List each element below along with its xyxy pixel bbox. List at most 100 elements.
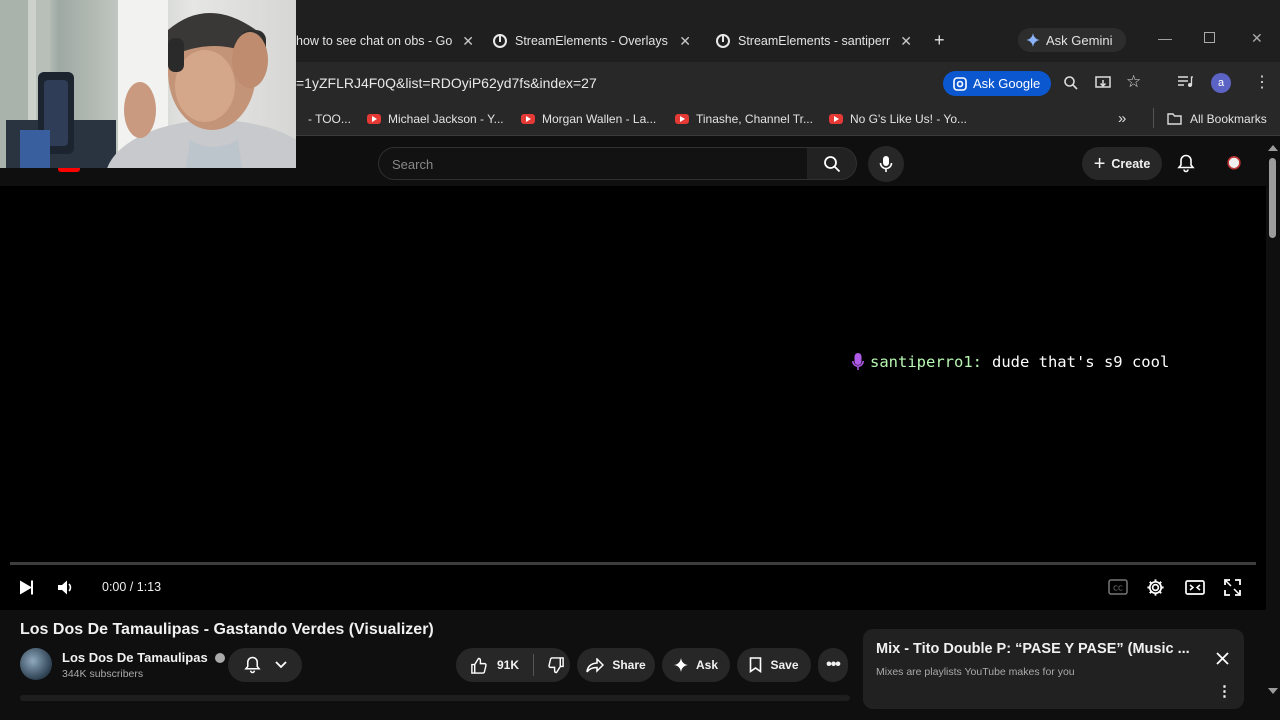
bookmark-star-icon[interactable]: ☆	[1126, 72, 1141, 92]
search-icon	[823, 155, 840, 172]
mix-title[interactable]: Mix - Tito Double P: “PASE Y PASE” (Musi…	[876, 641, 1190, 657]
share-label: Share	[612, 658, 646, 672]
lens-icon	[953, 76, 967, 91]
minimize-button[interactable]: —	[1158, 30, 1172, 46]
video-player[interactable]	[0, 186, 1266, 610]
all-bookmarks-button[interactable]: All Bookmarks	[1167, 112, 1267, 126]
bookmark-icon	[750, 657, 762, 673]
svg-text:CC: CC	[1113, 585, 1123, 593]
channel-name[interactable]: Los Dos De Tamaulipas	[62, 650, 226, 665]
create-label: Create	[1111, 156, 1151, 171]
like-divider	[533, 654, 535, 676]
tab-streamelements-santiperro[interactable]: StreamElements - santiperro ✕	[716, 28, 912, 54]
ask-google-label: Ask Google	[973, 76, 1041, 91]
close-icon[interactable]: ✕	[679, 33, 691, 50]
description-box-edge	[20, 695, 850, 701]
folder-icon	[1167, 113, 1182, 125]
sparkle-icon	[673, 658, 688, 672]
captions-icon[interactable]: CC	[1108, 579, 1128, 595]
browser-menu-icon[interactable]: ⋮	[1254, 72, 1270, 92]
streamelements-icon	[716, 34, 730, 48]
channel-name-text: Los Dos De Tamaulipas	[62, 650, 208, 665]
subscription-bell-button[interactable]	[228, 648, 302, 682]
scroll-down-icon[interactable]	[1268, 688, 1278, 694]
notifications-bell-icon[interactable]	[1177, 154, 1195, 173]
video-progress-bar[interactable]	[10, 562, 1256, 565]
youtube-icon	[367, 114, 381, 124]
scrollbar-thumb[interactable]	[1269, 158, 1276, 238]
tab-title: StreamElements - santiperro	[738, 34, 890, 48]
like-dislike-group: 91K	[456, 648, 570, 682]
channel-avatar[interactable]	[20, 648, 52, 680]
share-icon	[586, 657, 605, 673]
theater-mode-icon[interactable]	[1185, 580, 1205, 595]
microphone-icon	[879, 156, 893, 172]
search-button[interactable]	[807, 147, 857, 180]
time-display: 0:00 / 1:13	[102, 580, 162, 594]
streamelements-icon	[493, 34, 507, 48]
fullscreen-icon[interactable]	[1224, 579, 1241, 596]
share-button[interactable]: Share	[577, 648, 655, 682]
webcam-overlay	[0, 0, 296, 168]
tab-title: how to see chat on obs - Go	[296, 34, 453, 48]
microphone-badge-icon	[852, 353, 864, 370]
bookmark-item[interactable]: Michael Jackson - Y...	[367, 112, 504, 126]
all-bookmarks-label: All Bookmarks	[1190, 112, 1267, 126]
mix-more-icon[interactable]: ⋮	[1217, 684, 1232, 699]
zoom-icon[interactable]	[1063, 75, 1079, 91]
bookmark-label: Morgan Wallen - La...	[542, 112, 657, 126]
close-icon[interactable]	[1216, 652, 1229, 665]
new-tab-button[interactable]: +	[934, 30, 945, 51]
mix-subtitle: Mixes are playlists YouTube makes for yo…	[876, 666, 1075, 678]
subscriber-count: 344K subscribers	[62, 668, 144, 680]
play-icon[interactable]	[19, 579, 35, 596]
profile-avatar[interactable]: a	[1211, 73, 1231, 93]
ask-gemini-button[interactable]: Ask Gemini	[1018, 28, 1126, 52]
bookmark-label: - TOO...	[308, 112, 351, 126]
tab-google-search[interactable]: how to see chat on obs - Go ✕	[296, 28, 474, 54]
verified-badge-icon	[215, 653, 226, 663]
save-button[interactable]: Save	[737, 648, 811, 682]
ask-gemini-label: Ask Gemini	[1046, 32, 1113, 48]
chat-overlay-message: santiperro1: dude that's s9 cool	[852, 353, 1169, 371]
bell-icon	[243, 656, 261, 674]
restore-button[interactable]	[1204, 32, 1215, 43]
more-actions-button[interactable]: •••	[818, 648, 848, 682]
bookmark-item[interactable]: Morgan Wallen - La...	[521, 112, 656, 126]
window-close-button[interactable]: ✕	[1251, 30, 1263, 47]
ask-google-button[interactable]: Ask Google	[943, 71, 1051, 96]
tab-streamelements-overlays[interactable]: StreamElements - Overlays ✕	[493, 28, 691, 54]
search-input[interactable]: Search	[378, 147, 808, 180]
account-avatar[interactable]	[1224, 152, 1244, 176]
save-label: Save	[770, 658, 799, 672]
bookmark-item[interactable]: Tinashe, Channel Tr...	[675, 112, 813, 126]
bookmark-label: Michael Jackson - Y...	[388, 112, 504, 126]
youtube-icon	[521, 114, 535, 124]
media-control-icon[interactable]	[1177, 75, 1193, 89]
thumbs-down-icon[interactable]	[548, 656, 565, 674]
scroll-up-icon[interactable]	[1268, 145, 1278, 151]
like-count[interactable]: 91K	[497, 658, 519, 672]
volume-icon[interactable]	[57, 579, 75, 596]
close-icon[interactable]: ✕	[896, 32, 912, 50]
bookmark-label: No G's Like Us! - Yo...	[850, 112, 968, 126]
bookmark-item[interactable]: No G's Like Us! - Yo...	[829, 112, 967, 126]
voice-search-button[interactable]	[868, 146, 904, 182]
tab-title: StreamElements - Overlays	[515, 34, 668, 48]
bookmark-item[interactable]: - TOO...	[308, 112, 351, 126]
bookmarks-divider	[1153, 108, 1154, 128]
close-icon[interactable]: ✕	[462, 33, 474, 50]
ask-button[interactable]: Ask	[662, 648, 730, 682]
chevron-down-icon	[274, 661, 287, 669]
settings-gear-icon[interactable]	[1146, 578, 1165, 597]
url-field[interactable]: =1yZFLRJ4F0Q&list=RDOyiP62yd7fs&index=27	[296, 75, 597, 91]
chat-username: santiperro1:	[870, 353, 982, 371]
thumbs-up-icon[interactable]	[470, 657, 487, 674]
create-button[interactable]: + Create	[1082, 147, 1162, 180]
more-bookmarks-icon[interactable]: »	[1118, 110, 1126, 127]
bookmark-label: Tinashe, Channel Tr...	[696, 112, 813, 126]
ask-label: Ask	[695, 658, 718, 672]
install-app-icon[interactable]	[1094, 74, 1112, 92]
youtube-icon	[829, 114, 843, 124]
chat-message-text: dude that's s9 cool	[991, 353, 1170, 371]
